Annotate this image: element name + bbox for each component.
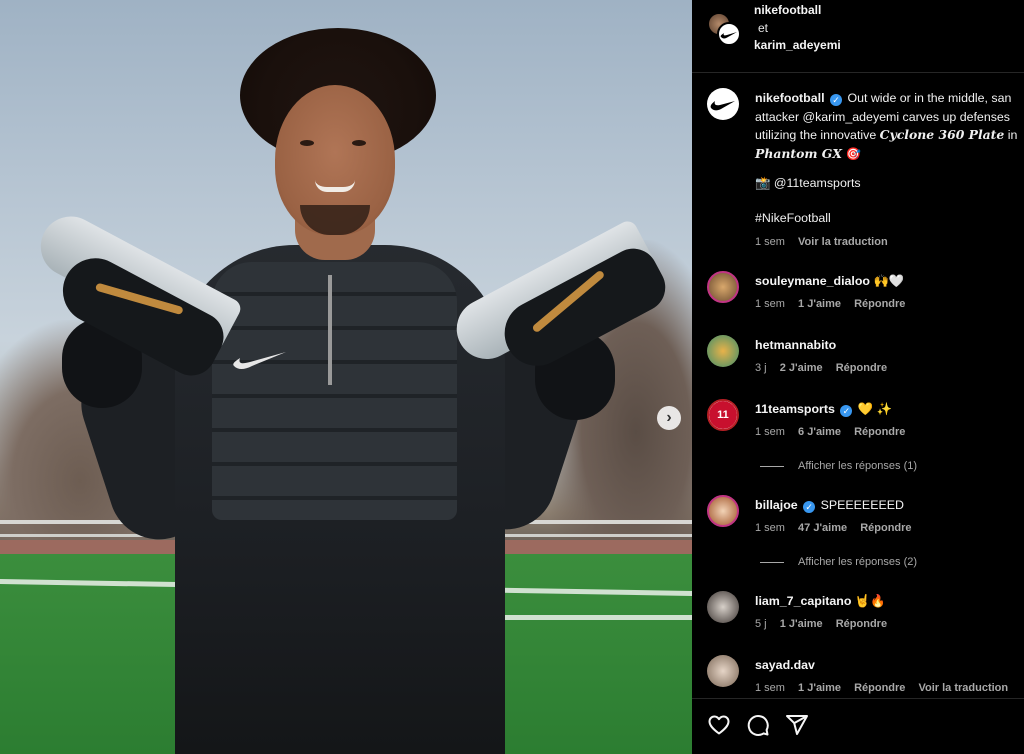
like-count[interactable]: 1 J'aime	[798, 682, 841, 694]
comment-text: 🤘🔥	[854, 594, 886, 608]
comment-text: 💛 ✨	[857, 402, 893, 416]
translate-link[interactable]: Voir la traduction	[798, 236, 888, 248]
post-actions-bar	[692, 698, 1024, 754]
caption-bold-text: Phantom GX	[755, 145, 842, 161]
post-header: nikefootball et karim_adeyemi	[692, 0, 1024, 73]
reply-button[interactable]: Répondre	[836, 618, 887, 630]
header-username[interactable]: karim_adeyemi	[754, 38, 841, 52]
comment-meta: 3 j 2 J'aime Répondre	[755, 362, 897, 374]
player-eye	[352, 140, 366, 146]
caption-text: utilizing the innovative	[755, 128, 880, 142]
header-username[interactable]: nikefootball	[754, 3, 821, 17]
caption-meta: 1 sem Voir la traduction	[755, 236, 888, 248]
comment-username[interactable]: billajoe	[755, 498, 798, 512]
player-eye	[300, 140, 314, 146]
show-replies-button[interactable]: Afficher les réponses (2)	[760, 556, 917, 568]
nike-avatar[interactable]	[717, 22, 741, 46]
reply-button[interactable]: Répondre	[854, 298, 905, 310]
comment-text: SPEEEEEEED	[820, 498, 904, 512]
comment-text: 🙌🤍	[873, 274, 905, 288]
photo-credit[interactable]: 📸 @11teamsports	[755, 176, 861, 191]
caption-text: Out wide or in the middle, san	[847, 91, 1012, 105]
verified-badge-icon: ✓	[829, 94, 842, 106]
comment-meta: 1 sem 1 J'aime Répondre Voir la traducti…	[755, 682, 1018, 694]
comment: souleymane_dialoo 🙌🤍	[755, 274, 904, 289]
timestamp: 1 sem	[755, 522, 785, 534]
reply-button[interactable]: Répondre	[860, 522, 911, 534]
reply-button[interactable]: Répondre	[836, 362, 887, 374]
comment-username[interactable]: sayad.dav	[755, 658, 815, 672]
nike-swoosh-icon	[710, 101, 735, 111]
comment: liam_7_capitano 🤘🔥	[755, 594, 886, 609]
heart-icon[interactable]	[707, 713, 731, 737]
timestamp: 1 sem	[755, 426, 785, 438]
comment-meta: 5 j 1 J'aime Répondre	[755, 618, 897, 630]
post-details-panel: nikefootball et karim_adeyemi nikefootba…	[692, 0, 1024, 754]
comment: sayad.dav	[755, 658, 815, 672]
comment-username[interactable]: souleymane_dialoo	[755, 274, 870, 288]
nike-swoosh-icon	[720, 32, 737, 39]
comment-meta: 1 sem 1 J'aime Répondre	[755, 298, 915, 310]
avatar[interactable]	[707, 655, 739, 687]
comment-meta: 1 sem 6 J'aime Répondre	[755, 426, 915, 438]
reply-button[interactable]: Répondre	[854, 682, 905, 694]
like-count[interactable]: 47 J'aime	[798, 522, 847, 534]
post-image[interactable]: ›	[0, 0, 692, 754]
like-count[interactable]: 1 J'aime	[798, 298, 841, 310]
avatar[interactable]	[707, 271, 739, 303]
next-image-chevron-icon[interactable]: ›	[657, 406, 681, 430]
avatar[interactable]	[707, 495, 739, 527]
hashtag-link[interactable]: #NikeFootball	[755, 211, 831, 225]
share-icon[interactable]	[785, 713, 809, 737]
verified-badge-icon: ✓	[840, 405, 853, 417]
comment-username[interactable]: liam_7_capitano	[755, 594, 851, 608]
header-conjunction: et	[758, 21, 769, 35]
11teamsports-logo: 11	[709, 401, 737, 429]
avatar[interactable]	[707, 591, 739, 623]
caption-username[interactable]: nikefootball	[755, 91, 825, 105]
caption-bold-text: Cyclone 360 Plate	[879, 127, 1005, 142]
comment-username[interactable]: hetmannabito	[755, 338, 836, 352]
timestamp: 1 sem	[755, 298, 785, 310]
translate-link[interactable]: Voir la traduction	[918, 682, 1008, 694]
player-smile	[315, 180, 355, 192]
avatar[interactable]	[707, 335, 739, 367]
caption-text: attacker @karim_adeyemi carves up defens…	[755, 109, 1011, 124]
avatar[interactable]: 11	[707, 399, 739, 431]
like-count[interactable]: 1 J'aime	[780, 618, 823, 630]
timestamp: 5 j	[755, 618, 767, 630]
nike-swoosh-logo	[233, 352, 286, 369]
target-emoji: 🎯	[845, 146, 861, 161]
jacket-zip	[328, 275, 332, 385]
comment-meta: 1 sem 47 J'aime Répondre	[755, 522, 922, 534]
show-replies-button[interactable]: Afficher les réponses (1)	[760, 460, 917, 472]
timestamp: 1 sem	[755, 236, 785, 248]
comment: hetmannabito	[755, 338, 836, 352]
comment-icon[interactable]	[746, 713, 770, 737]
nike-avatar[interactable]	[707, 88, 739, 120]
player-vest	[212, 262, 457, 520]
comment: billajoe ✓ SPEEEEEEED	[755, 498, 904, 513]
timestamp: 3 j	[755, 362, 767, 374]
post-caption: nikefootball ✓ Out wide or in the middle…	[755, 89, 1024, 163]
verified-badge-icon: ✓	[803, 501, 816, 513]
like-count[interactable]: 2 J'aime	[780, 362, 823, 374]
like-count[interactable]: 6 J'aime	[798, 426, 841, 438]
reply-button[interactable]: Répondre	[854, 426, 905, 438]
caption-text: in	[1004, 128, 1018, 142]
comment-username[interactable]: 11teamsports	[755, 402, 835, 416]
comment: 11teamsports ✓ 💛 ✨	[755, 402, 892, 417]
timestamp: 1 sem	[755, 682, 785, 694]
